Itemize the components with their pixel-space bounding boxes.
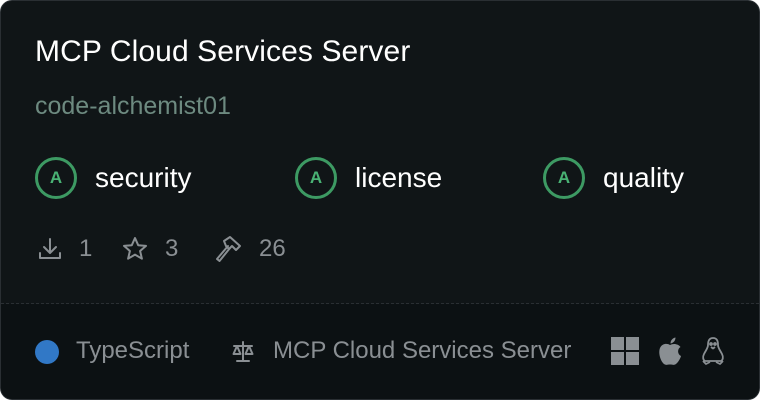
scale-icon: [232, 341, 254, 362]
tools-stat: 26: [213, 231, 286, 267]
stars-count: 3: [165, 235, 179, 262]
server-title[interactable]: MCP Cloud Services Server: [35, 35, 410, 69]
downloads-count: 1: [79, 235, 93, 262]
server-card[interactable]: MCP Cloud Services Server code-alchemist…: [0, 0, 760, 400]
linux-icon: [702, 337, 724, 365]
card-footer: TypeScript MCP Cloud Services Server: [1, 304, 759, 399]
apple-icon: [659, 337, 681, 365]
quality-grade: A quality: [543, 154, 684, 202]
quality-grade-label: quality: [603, 162, 684, 193]
license-name: MCP Cloud Services Server: [273, 337, 572, 364]
quality-grade-badge: A: [543, 157, 585, 199]
download-icon: [39, 238, 61, 259]
language-color-dot: [35, 340, 59, 364]
windows-icon: [611, 337, 639, 365]
license-grade-badge: A: [295, 157, 337, 199]
stars-stat: 3: [121, 231, 178, 267]
security-grade-label: security: [95, 162, 192, 193]
license-grade: A license: [295, 154, 442, 202]
downloads-stat: 1: [37, 231, 92, 267]
tools-count: 26: [259, 235, 286, 262]
server-author[interactable]: code-alchemist01: [35, 92, 231, 121]
star-icon: [123, 237, 147, 260]
language-name: TypeScript: [76, 337, 190, 364]
security-grade-badge: A: [35, 157, 77, 199]
license-grade-label: license: [355, 162, 443, 193]
security-grade: A security: [35, 154, 191, 202]
hammer-icon: [216, 236, 241, 262]
